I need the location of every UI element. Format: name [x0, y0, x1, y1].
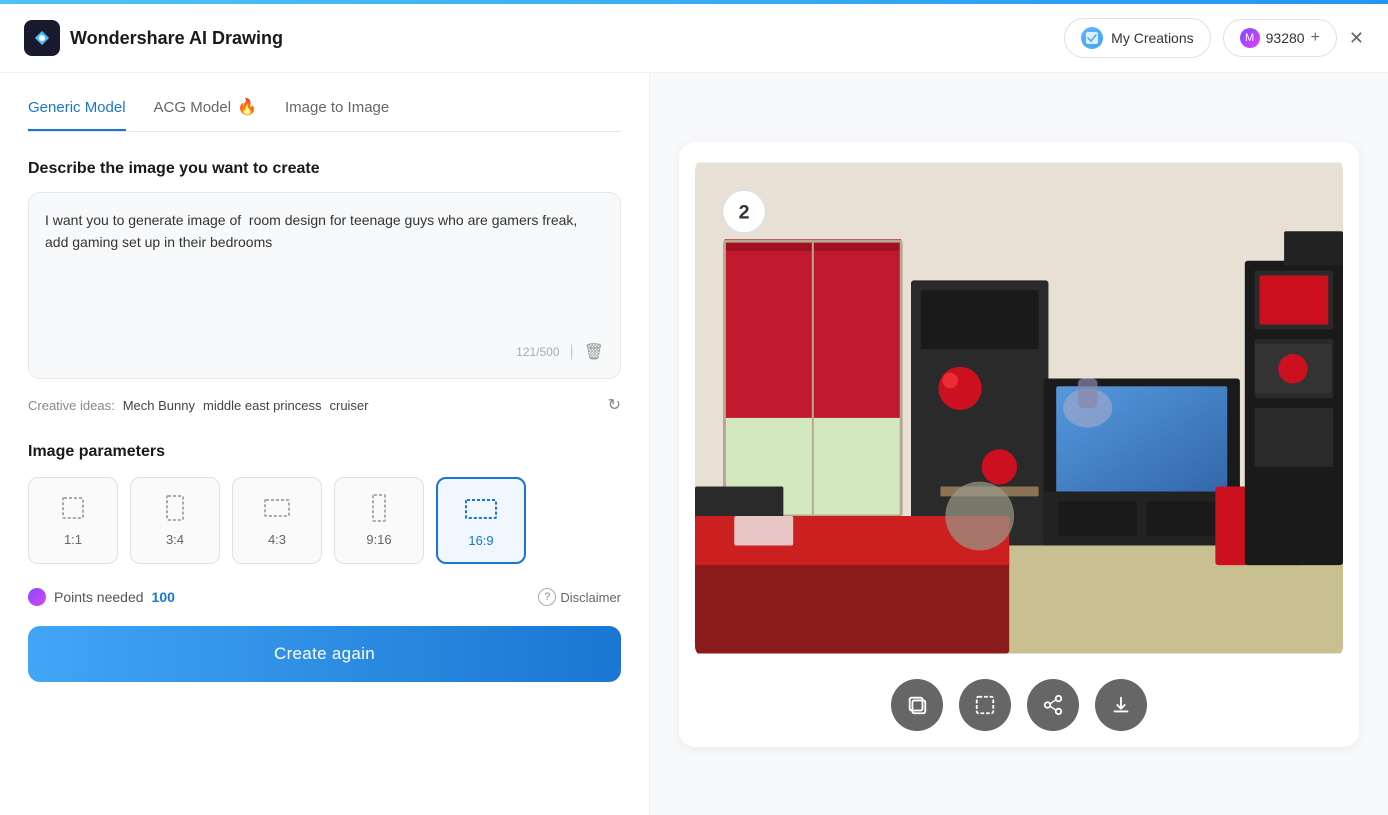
ratio-3x4-button[interactable]: 3:4 — [130, 477, 220, 564]
ratio-3x4-icon — [159, 492, 191, 524]
header-left: Wondershare AI Drawing — [24, 20, 283, 56]
points-label: Points needed — [54, 589, 144, 605]
add-credits-button[interactable]: + — [1311, 29, 1320, 47]
room-svg: 2 — [695, 158, 1343, 658]
header-right: My Creations M 93280 + ✕ — [1064, 18, 1364, 58]
left-panel: Generic Model ACG Model 🔥 Image to Image… — [0, 73, 650, 815]
create-again-button[interactable]: Create again — [28, 626, 621, 682]
aspect-ratios-container: 1:1 3:4 — [28, 477, 621, 564]
svg-text:2: 2 — [739, 201, 750, 223]
ratio-4x3-button[interactable]: 4:3 — [232, 477, 322, 564]
disclaimer-label: Disclaimer — [560, 590, 621, 605]
ratio-4x3-label: 4:3 — [268, 532, 286, 547]
disclaimer-link[interactable]: ? Disclaimer — [538, 588, 621, 606]
prompt-footer: 121/500 | 🗑 — [45, 342, 604, 362]
creative-ideas-label: Creative ideas: — [28, 398, 115, 413]
ratio-1x1-icon — [57, 492, 89, 524]
tab-acg-model[interactable]: ACG Model 🔥 — [154, 97, 257, 131]
image-container: 2 — [679, 142, 1359, 747]
copy-button[interactable] — [891, 679, 943, 731]
image-actions — [891, 679, 1147, 731]
app-logo — [24, 20, 60, 56]
my-creations-icon — [1081, 27, 1103, 49]
credits-value: 93280 — [1266, 30, 1305, 46]
ratio-1x1-label: 1:1 — [64, 532, 82, 547]
creative-ideas-row: Creative ideas: Mech Bunny middle east p… — [28, 395, 621, 415]
ratio-1x1-button[interactable]: 1:1 — [28, 477, 118, 564]
close-button[interactable]: ✕ — [1349, 28, 1364, 49]
tab-generic-label: Generic Model — [28, 99, 126, 116]
ratio-9x16-label: 9:16 — [366, 532, 391, 547]
idea-mech-bunny[interactable]: Mech Bunny — [123, 398, 195, 413]
ratio-16x9-icon — [465, 493, 497, 525]
my-creations-label: My Creations — [1111, 30, 1193, 46]
points-value: 100 — [152, 589, 175, 605]
disclaimer-icon: ? — [538, 588, 556, 606]
my-creations-button[interactable]: My Creations — [1064, 18, 1210, 58]
tabs-container: Generic Model ACG Model 🔥 Image to Image — [28, 97, 621, 132]
generated-image: 2 — [695, 158, 1343, 663]
refresh-ideas-button[interactable]: ↻ — [608, 395, 621, 415]
tab-image-to-image[interactable]: Image to Image — [285, 97, 389, 131]
ratio-9x16-button[interactable]: 9:16 — [334, 477, 424, 564]
credits-icon: M — [1240, 28, 1260, 48]
credits-button[interactable]: M 93280 + — [1223, 19, 1337, 57]
idea-cruiser[interactable]: cruiser — [329, 398, 368, 413]
app-title: Wondershare AI Drawing — [70, 28, 283, 49]
download-button[interactable] — [1095, 679, 1147, 731]
prompt-input[interactable]: I want you to generate image of room des… — [45, 209, 604, 329]
main-content: Generic Model ACG Model 🔥 Image to Image… — [0, 73, 1388, 815]
tab-image2image-label: Image to Image — [285, 99, 389, 116]
delete-prompt-button[interactable]: 🗑 — [584, 342, 604, 362]
tab-generic-model[interactable]: Generic Model — [28, 97, 126, 131]
right-panel: 2 — [650, 73, 1388, 815]
points-icon — [28, 588, 46, 606]
prompt-area: I want you to generate image of room des… — [28, 192, 621, 379]
app-window: Wondershare AI Drawing My Creations M 93… — [0, 4, 1388, 815]
share-button[interactable] — [1027, 679, 1079, 731]
tab-acg-label: ACG Model — [154, 99, 232, 116]
points-row: Points needed 100 ? Disclaimer — [28, 588, 621, 606]
ratio-16x9-label: 16:9 — [468, 533, 493, 548]
ratio-16x9-button[interactable]: 16:9 — [436, 477, 526, 564]
ratio-3x4-label: 3:4 — [166, 532, 184, 547]
separator: | — [570, 343, 574, 361]
header: Wondershare AI Drawing My Creations M 93… — [0, 4, 1388, 73]
describe-label: Describe the image you want to create — [28, 160, 621, 178]
ratio-9x16-icon — [363, 492, 395, 524]
points-left: Points needed 100 — [28, 588, 175, 606]
char-count: 121/500 — [516, 345, 559, 359]
fire-icon: 🔥 — [237, 97, 257, 117]
params-label: Image parameters — [28, 443, 621, 461]
crop-button[interactable] — [959, 679, 1011, 731]
ratio-4x3-icon — [261, 492, 293, 524]
idea-middle-east[interactable]: middle east princess — [203, 398, 322, 413]
